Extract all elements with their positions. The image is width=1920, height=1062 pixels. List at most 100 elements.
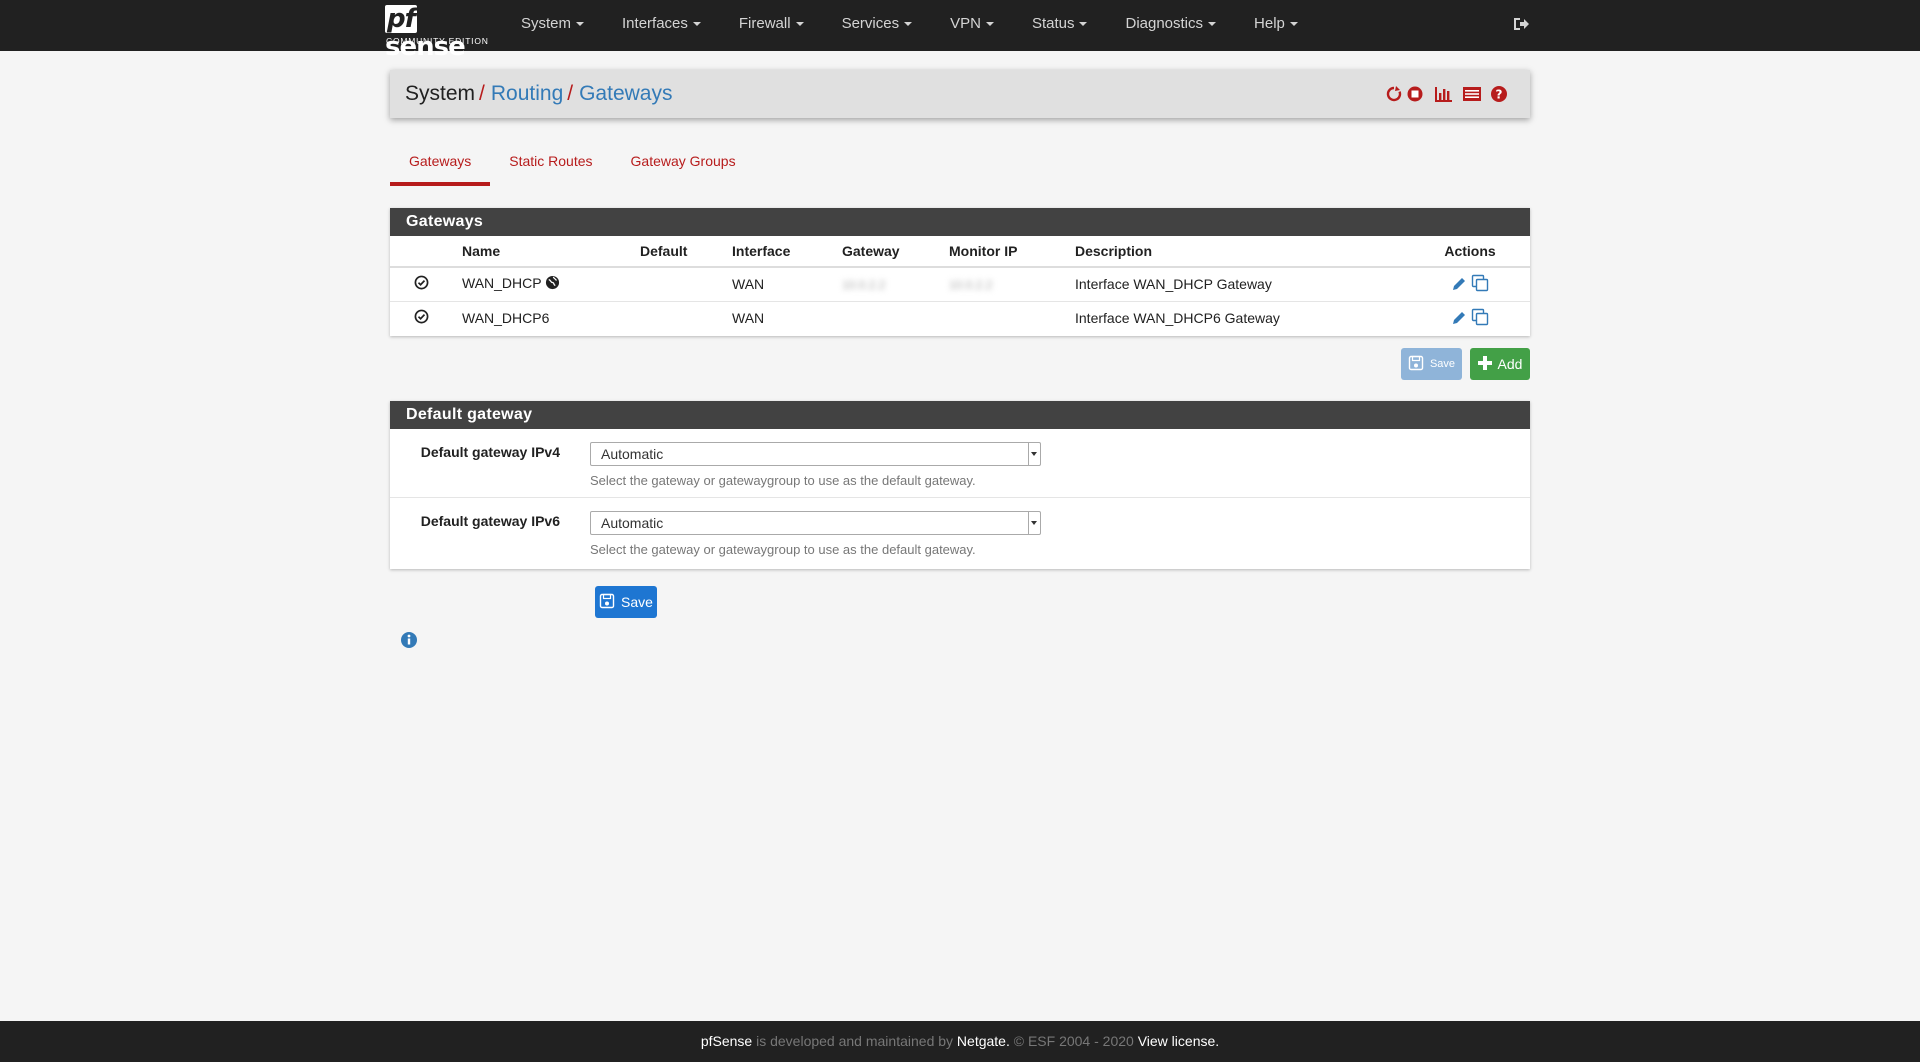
caret-down-icon	[1289, 22, 1298, 27]
description-cell: Interface WAN_DHCP6 Gateway	[1075, 310, 1280, 327]
panel-title: Gateways	[390, 208, 1530, 236]
breadcrumb-separator: /	[479, 82, 485, 105]
main-menu: System Interfaces Firewall Services VPN …	[505, 0, 1320, 51]
chevron-down-icon	[1028, 512, 1040, 534]
table-header-row: Name Default Interface Gateway Monitor I…	[390, 236, 1530, 268]
tab-static-routes[interactable]: Static Routes	[490, 146, 611, 186]
table-row: WAN_DHCP WAN 10.0.2.2 10.0.2.2 Interface…	[390, 267, 1530, 302]
tab-gateway-groups[interactable]: Gateway Groups	[612, 146, 755, 186]
column-header-monitor-ip: Monitor IP	[939, 236, 1065, 268]
breadcrumb-separator: /	[567, 82, 574, 105]
description-cell: Interface WAN_DHCP Gateway	[1065, 267, 1410, 302]
tab-gateways[interactable]: Gateways	[390, 146, 491, 186]
interface-cell: WAN	[722, 267, 832, 302]
button-label: Save	[621, 594, 653, 610]
breadcrumb-gateways[interactable]: Gateways	[579, 82, 672, 105]
footer-license-link[interactable]: View license.	[1138, 1033, 1219, 1049]
column-header-default: Default	[630, 236, 722, 268]
gateways-panel: Gateways Name Default Interface Gateway …	[390, 208, 1530, 336]
top-navbar: pfsense COMMUNITY EDITION System Interfa…	[0, 0, 1920, 61]
logo-prefix: pf	[385, 4, 417, 34]
button-label: Add	[1497, 356, 1523, 372]
nav-interfaces[interactable]: Interfaces	[606, 0, 717, 51]
nav-label: Help	[1254, 15, 1285, 32]
default-gateway-ipv4-select[interactable]: Automatic	[590, 442, 1041, 466]
name-cell: WAN_DHCP6	[462, 310, 550, 327]
actions-cell	[1410, 301, 1530, 335]
save-order-button[interactable]: Save	[1401, 348, 1462, 380]
status-graph-icon[interactable]	[1434, 85, 1454, 103]
panel-title: Default gateway	[390, 401, 1530, 429]
form-row-ipv6: Default gateway IPv6 Automatic Select th…	[390, 498, 1530, 567]
gateway-cell	[832, 301, 939, 335]
nav-vpn[interactable]: VPN	[934, 0, 1010, 51]
column-header-interface: Interface	[722, 236, 832, 268]
header-shortcuts: ?	[1386, 85, 1510, 103]
caret-down-icon	[576, 22, 585, 27]
nav-label: System	[521, 15, 572, 32]
nav-label: Interfaces	[622, 15, 688, 32]
select-value: Automatic	[601, 515, 664, 531]
column-header-status	[390, 236, 452, 268]
caret-down-icon	[1208, 22, 1217, 27]
caret-down-icon	[985, 22, 994, 27]
default-gateway-panel: Default gateway Default gateway IPv4 Aut…	[390, 401, 1530, 569]
nav-system[interactable]: System	[505, 0, 600, 51]
nav-label: Firewall	[738, 15, 791, 32]
info-icon[interactable]	[400, 631, 418, 649]
name-cell: WAN_DHCP	[452, 267, 630, 302]
copy-icon[interactable]	[1471, 308, 1489, 329]
nav-status[interactable]: Status	[1016, 0, 1104, 51]
plus-icon	[1477, 355, 1492, 373]
column-header-description: Description	[1065, 236, 1410, 268]
footer-copyright: © ESF 2004 - 2020	[1009, 1033, 1138, 1049]
svg-text:?: ?	[1496, 88, 1503, 102]
logout-icon[interactable]	[1512, 15, 1530, 33]
add-gateway-button[interactable]: Add	[1470, 348, 1530, 380]
monitor-ip: 10.0.2.2	[949, 278, 993, 293]
gateway-name: WAN_DHCP	[462, 275, 542, 292]
copy-icon[interactable]	[1471, 274, 1489, 295]
button-label: Save	[1429, 358, 1456, 370]
monitor-ip-cell: 10.0.2.2	[939, 267, 1065, 302]
column-header-actions: Actions	[1410, 236, 1530, 268]
interface-cell: WAN	[732, 310, 765, 327]
default-gateway-ipv4-label: Default gateway IPv4	[420, 444, 560, 460]
edit-pencil-icon[interactable]	[1451, 277, 1467, 295]
monitor-ip-cell	[939, 301, 1065, 335]
check-circle-icon	[414, 275, 429, 293]
nav-label: VPN	[950, 15, 981, 32]
footer-netgate-link[interactable]: Netgate.	[957, 1033, 1010, 1049]
floppy-disk-icon	[599, 593, 615, 612]
form-row-ipv4: Default gateway IPv4 Automatic Select th…	[390, 429, 1530, 498]
restart-service-icon[interactable]	[1386, 85, 1406, 103]
help-icon[interactable]: ?	[1490, 85, 1510, 103]
stop-service-icon[interactable]	[1406, 85, 1426, 103]
edit-pencil-icon[interactable]	[1451, 311, 1467, 329]
help-text: Select the gateway or gatewaygroup to us…	[590, 542, 976, 557]
page-header: System / Routing / Gateways ?	[390, 70, 1530, 118]
default-cell	[630, 301, 722, 335]
help-text: Select the gateway or gatewaygroup to us…	[590, 473, 976, 488]
nav-help[interactable]: Help	[1238, 0, 1314, 51]
caret-down-icon	[904, 22, 913, 27]
footer: pfSense is developed and maintained by N…	[0, 1021, 1920, 1062]
nav-firewall[interactable]: Firewall	[723, 0, 820, 51]
column-header-gateway: Gateway	[832, 236, 939, 268]
nav-label: Diagnostics	[1125, 15, 1204, 32]
chevron-down-icon	[1028, 443, 1040, 465]
nav-label: Status	[1031, 15, 1075, 32]
nav-diagnostics[interactable]: Diagnostics	[1109, 0, 1232, 51]
nav-label: Services	[841, 15, 900, 32]
save-button[interactable]: Save	[595, 586, 657, 618]
status-cell	[390, 301, 452, 335]
default-gateway-ipv6-select[interactable]: Automatic	[590, 511, 1041, 535]
check-circle-icon	[414, 309, 429, 327]
log-list-icon[interactable]	[1462, 85, 1482, 103]
pfsense-logo[interactable]: pfsense COMMUNITY EDITION	[385, 4, 493, 61]
column-header-name: Name	[452, 236, 630, 268]
floppy-disk-icon	[1408, 355, 1424, 374]
breadcrumb-routing[interactable]: Routing	[491, 82, 563, 105]
nav-services[interactable]: Services	[826, 0, 929, 51]
gateways-table: Name Default Interface Gateway Monitor I…	[390, 236, 1530, 335]
